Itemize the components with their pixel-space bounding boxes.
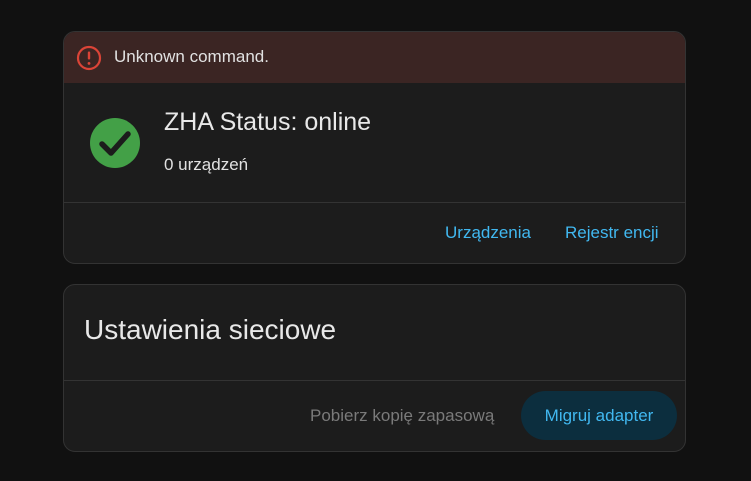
card-divider [64, 380, 685, 381]
card-divider [64, 202, 685, 203]
check-circle-icon [90, 118, 140, 168]
download-backup-button[interactable]: Pobierz kopię zapasową [310, 406, 494, 426]
devices-button[interactable]: Urządzenia [445, 223, 531, 243]
entities-button[interactable]: Rejestr encji [565, 223, 659, 243]
migrate-adapter-button[interactable]: Migruj adapter [521, 391, 677, 440]
alert-circle-icon [76, 45, 102, 71]
alert-message: Unknown command. [114, 47, 269, 66]
network-settings-card: Ustawienia sieciowe Pobierz kopię zapaso… [63, 284, 686, 452]
zha-status-card: Unknown command. ZHA Status: online 0 ur… [63, 31, 686, 264]
network-settings-title: Ustawienia sieciowe [84, 314, 337, 345]
error-alert: Unknown command. [64, 32, 685, 83]
status-title: ZHA Status: online [164, 108, 372, 136]
device-count: 0 urządzeń [164, 155, 249, 174]
